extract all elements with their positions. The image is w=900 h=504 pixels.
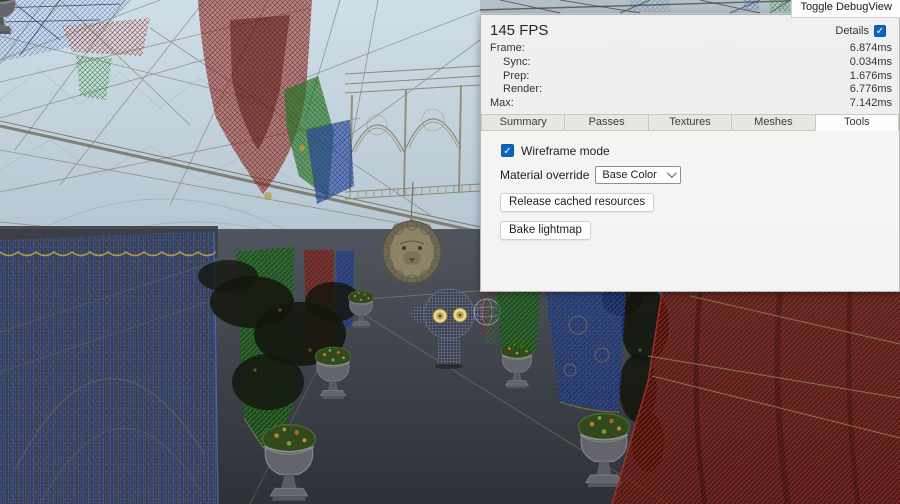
stat-row-render: Render: 6.776ms [490,83,892,97]
tab-textures[interactable]: Textures [648,114,731,131]
stat-row-max: Max: 7.142ms [490,97,892,111]
stat-label: Render: [490,83,542,97]
stat-value: 6.776ms [850,83,892,97]
curtain-green-right [496,292,540,352]
render-viewport[interactable]: Toggle DebugView 145 FPS Details ✓ Frame… [0,0,900,504]
details-toggle[interactable]: Details ✓ [835,25,886,37]
tab-meshes[interactable]: Meshes [731,114,814,131]
details-checkbox[interactable]: ✓ [874,25,886,37]
tools-tab-content: ✓ Wireframe mode Material override Base … [481,131,899,291]
material-override-label: Material override [500,168,589,182]
stat-label: Max: [490,97,514,111]
panel-tabs: Summary Passes Textures Meshes Tools [481,114,899,131]
tab-passes[interactable]: Passes [564,114,647,131]
fps-counter: 145 FPS [490,22,548,39]
panel-header: 145 FPS Details ✓ [481,15,899,40]
tab-tools[interactable]: Tools [815,114,899,131]
stat-value: 1.676ms [850,70,892,84]
toggle-debugview-button[interactable]: Toggle DebugView [791,0,900,18]
material-override-value: Base Color [602,169,656,181]
frame-stats: Frame: 6.874ms Sync: 0.034ms Prep: 1.676… [481,40,899,111]
material-override-select[interactable]: Base Color [595,166,681,184]
release-cached-resources-button[interactable]: Release cached resources [500,193,654,212]
material-override-row: Material override Base Color [500,166,899,184]
stat-row-frame: Frame: 6.874ms [490,42,892,56]
stat-value: 6.874ms [850,42,892,56]
bake-lightmap-button[interactable]: Bake lightmap [500,221,591,240]
stat-label: Sync: [490,56,531,70]
stat-value: 0.034ms [850,56,892,70]
debug-panel: 145 FPS Details ✓ Frame: 6.874ms Sync: 0… [480,14,900,292]
top-strip-wireframe [480,0,820,13]
stat-value: 7.142ms [850,97,892,111]
wireframe-mode-row: ✓ Wireframe mode [501,144,899,158]
details-label: Details [835,25,869,37]
stat-label: Frame: [490,42,525,56]
stat-label: Prep: [490,70,529,84]
curtain-blue-left [0,231,218,504]
wireframe-mode-label: Wireframe mode [521,144,610,158]
tab-summary[interactable]: Summary [481,114,564,131]
stat-row-prep: Prep: 1.676ms [490,70,892,84]
wireframe-mode-checkbox[interactable]: ✓ [501,144,514,157]
chevron-down-icon [667,169,677,179]
stat-row-sync: Sync: 0.034ms [490,56,892,70]
